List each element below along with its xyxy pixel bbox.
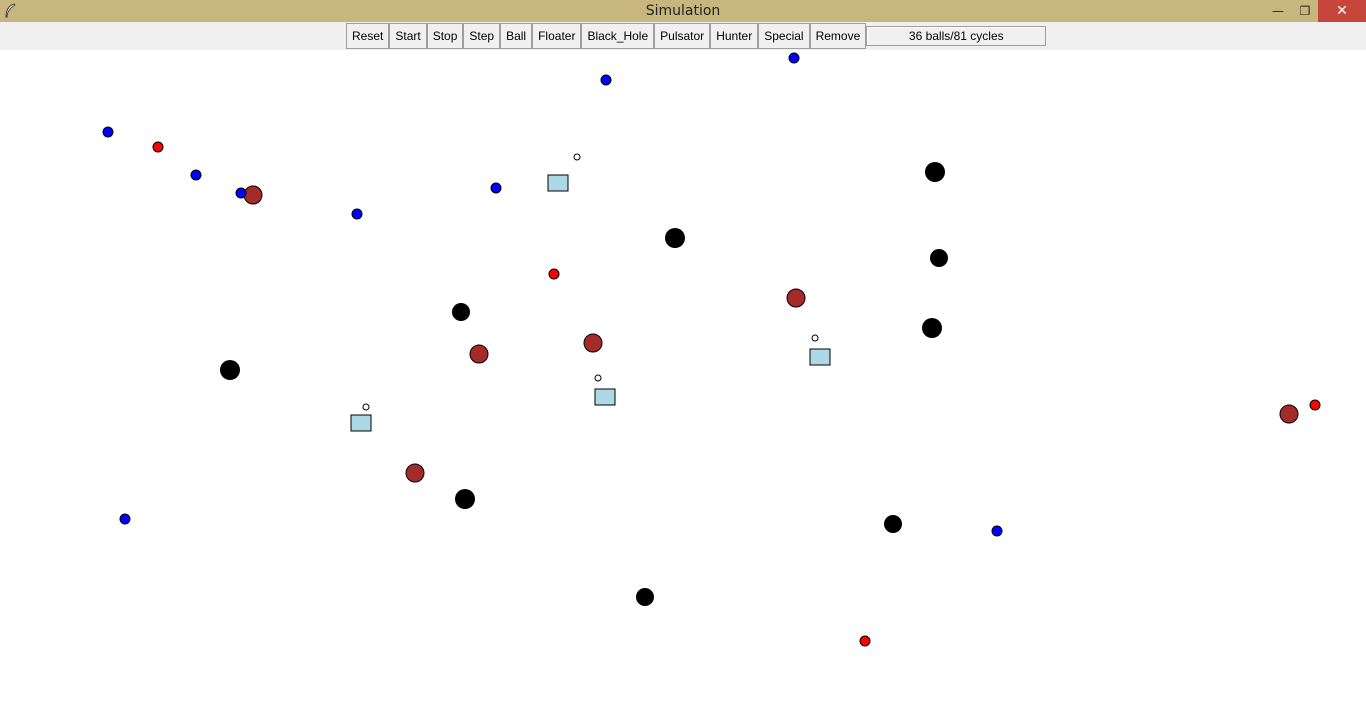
floater: [809, 348, 831, 366]
maximize-button[interactable]: ❐: [1292, 0, 1318, 22]
floater: [547, 174, 569, 192]
floater-marker: [573, 153, 581, 161]
stop-button[interactable]: Stop: [426, 23, 464, 49]
minimize-button[interactable]: —: [1264, 0, 1292, 22]
black-hole: [452, 303, 470, 321]
restore-icon: ❐: [1299, 4, 1311, 18]
floater-marker: [594, 374, 602, 382]
window-title: Simulation: [645, 3, 721, 19]
ball: [102, 126, 114, 138]
hunter: [1309, 399, 1321, 411]
pulsator: [1279, 404, 1299, 424]
button-group: Reset Start Stop Step Ball Floater Black…: [346, 23, 1047, 49]
ball: [788, 52, 800, 64]
pulsator: [583, 333, 603, 353]
black-hole: [455, 489, 475, 509]
close-button[interactable]: ✕: [1318, 0, 1366, 22]
remove-button[interactable]: Remove: [809, 23, 867, 49]
pulsator-button[interactable]: Pulsator: [654, 23, 711, 49]
status-label: 36 balls/81 cycles: [866, 26, 1047, 46]
hunter: [152, 141, 164, 153]
simulation-canvas[interactable]: [2, 50, 1364, 722]
start-button[interactable]: Start: [389, 23, 427, 49]
pulsator: [786, 288, 806, 308]
title-bar: Simulation — ❐ ✕: [0, 0, 1366, 22]
hunter-button[interactable]: Hunter: [710, 23, 759, 49]
ball: [600, 74, 612, 86]
black-hole-button[interactable]: Black_Hole: [581, 23, 655, 49]
pulsator: [469, 344, 489, 364]
black-hole: [665, 228, 685, 248]
close-icon: ✕: [1336, 3, 1348, 19]
pulsator: [405, 463, 425, 483]
floater: [594, 388, 616, 406]
black-hole: [930, 249, 948, 267]
floater-marker: [811, 334, 819, 342]
black-hole: [636, 588, 654, 606]
ball: [991, 525, 1003, 537]
ball: [490, 182, 502, 194]
hunter: [859, 635, 871, 647]
floater-marker: [362, 403, 370, 411]
ball-button[interactable]: Ball: [500, 23, 533, 49]
black-hole: [220, 360, 240, 380]
step-button[interactable]: Step: [463, 23, 501, 49]
ball: [119, 513, 131, 525]
ball: [190, 169, 202, 181]
black-hole: [925, 162, 945, 182]
floater-button[interactable]: Floater: [532, 23, 582, 49]
special-button[interactable]: Special: [758, 23, 810, 49]
ball: [235, 187, 247, 199]
black-hole: [884, 515, 902, 533]
toolbar: Reset Start Stop Step Ball Floater Black…: [0, 22, 1366, 50]
simulation-scene: [102, 52, 1321, 647]
floater: [350, 414, 372, 432]
pulsator: [243, 185, 263, 205]
ball: [351, 208, 363, 220]
minimize-icon: —: [1272, 4, 1284, 18]
reset-button[interactable]: Reset: [346, 23, 390, 49]
black-hole: [922, 318, 942, 338]
hunter: [548, 268, 560, 280]
